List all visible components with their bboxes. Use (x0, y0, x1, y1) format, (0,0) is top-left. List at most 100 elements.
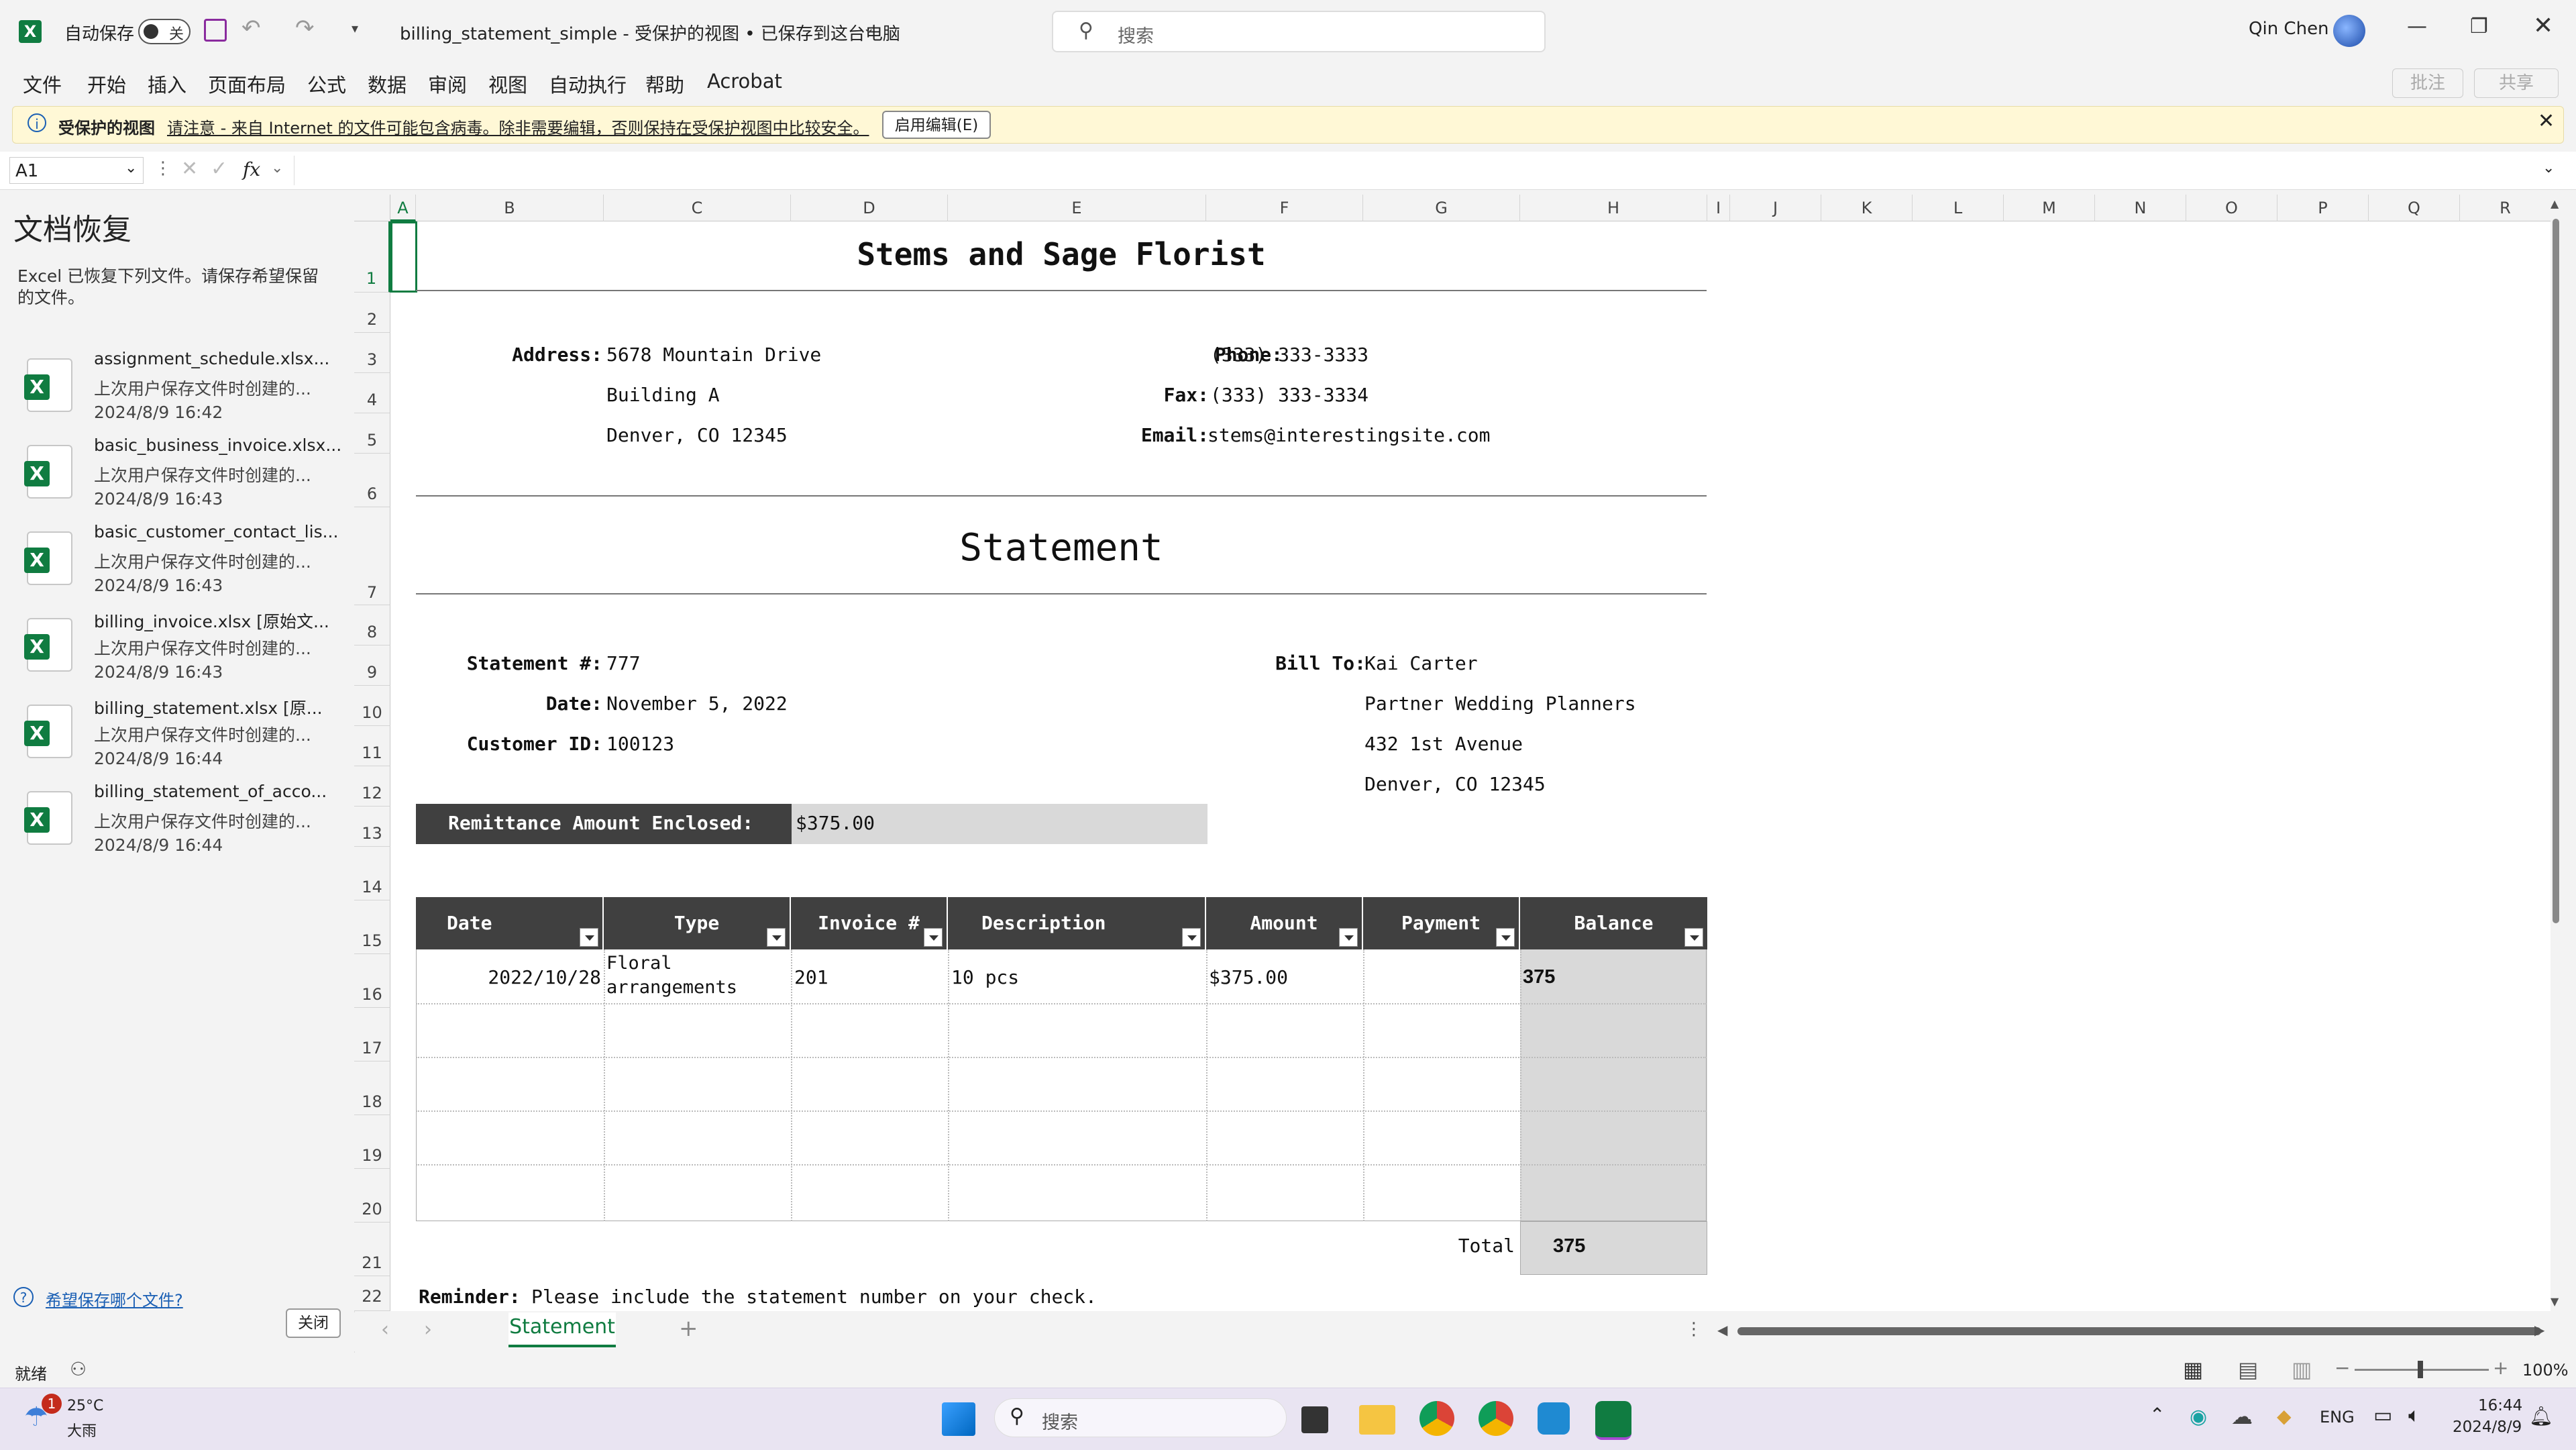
tab-review[interactable]: 审阅 (428, 70, 467, 98)
row-amount[interactable]: $375.00 (1209, 966, 1288, 988)
fax-label[interactable]: Fax: (1112, 384, 1209, 406)
row-header[interactable]: 4 (354, 373, 390, 413)
column-header-i[interactable]: I (1707, 195, 1730, 221)
sheet-tab-statement[interactable]: Statement (508, 1312, 616, 1347)
recovered-file-item[interactable]: X basic_business_invoice.xlsx... 上次用户保存文… (0, 431, 354, 517)
enable-editing-button[interactable]: 启用编辑(E) (882, 111, 991, 139)
remittance-value-cell[interactable]: $375.00 (792, 804, 1208, 844)
header-balance[interactable]: Balance (1520, 897, 1707, 949)
statement-number-label[interactable]: Statement #: (435, 652, 602, 674)
recovered-file-item[interactable]: X billing_invoice.xlsx [原始文... 上次用户保存文件时… (0, 605, 354, 690)
filter-dropdown-icon[interactable] (1339, 928, 1358, 947)
tab-automate[interactable]: 自动执行 (549, 70, 627, 98)
phone-value[interactable]: (333) 333-3333 (1210, 344, 1368, 366)
onedrive-icon[interactable]: ☁ (2231, 1404, 2253, 1429)
bill-to-line-2[interactable]: Partner Wedding Planners (1364, 692, 1636, 715)
row-type-line-1[interactable]: Floral (606, 953, 672, 974)
column-header-o[interactable]: O (2186, 195, 2277, 221)
email-label[interactable]: Email: (1112, 424, 1209, 446)
date-label[interactable]: Date: (435, 692, 602, 715)
customer-id-value[interactable]: 100123 (606, 733, 674, 755)
total-label[interactable]: Total (1363, 1235, 1515, 1257)
search-box[interactable]: ⚲ 搜索 (1052, 11, 1546, 52)
close-icon[interactable]: ✕ (2533, 12, 2553, 40)
notifications-bell-icon[interactable]: 🔔︎ (2529, 1405, 2553, 1427)
tray-app-icon[interactable]: ◆ (2277, 1405, 2292, 1427)
recovered-file-item[interactable]: X assignment_schedule.xlsx... 上次用户保存文件时创… (0, 345, 354, 431)
tab-page-layout[interactable]: 页面布局 (208, 70, 286, 98)
header-amount[interactable]: Amount (1206, 897, 1363, 949)
column-header-q[interactable]: Q (2369, 195, 2460, 221)
filter-dropdown-icon[interactable] (1496, 928, 1515, 947)
address-label[interactable]: Address: (502, 344, 602, 366)
header-description[interactable]: Description (948, 897, 1206, 949)
address-line-3[interactable]: Denver, CO 12345 (606, 424, 788, 446)
row-header[interactable]: 10 (354, 686, 390, 726)
row-header[interactable]: 3 (354, 333, 390, 373)
page-layout-view-icon[interactable]: ▤ (2238, 1357, 2258, 1382)
volume-icon[interactable]: 🔈︎ (2408, 1404, 2420, 1427)
save-icon[interactable] (204, 19, 227, 42)
clock-date[interactable]: 2024/8/9 (2453, 1418, 2522, 1436)
excel-taskbar-icon[interactable] (1595, 1401, 1631, 1440)
minimize-icon[interactable]: — (2407, 15, 2427, 38)
language-indicator[interactable]: ENG (2320, 1408, 2355, 1427)
row-header[interactable]: 11 (354, 726, 390, 766)
next-sheet-icon[interactable]: › (424, 1318, 432, 1341)
comments-button[interactable]: 批注 (2392, 68, 2463, 98)
row-header[interactable]: 5 (354, 413, 390, 454)
row-header[interactable]: 15 (354, 900, 390, 954)
active-cell[interactable] (390, 221, 417, 293)
table-row[interactable] (416, 1003, 1707, 1058)
close-recovery-button[interactable]: 关闭 (286, 1308, 341, 1338)
header-type[interactable]: Type (604, 897, 791, 949)
total-cell[interactable]: 375 (1520, 1221, 1707, 1275)
normal-view-icon[interactable]: ▦ (2183, 1357, 2203, 1382)
remittance-label-cell[interactable]: Remittance Amount Enclosed: (416, 804, 792, 844)
accessibility-icon[interactable]: ⚇ (70, 1358, 87, 1380)
bill-to-line-1[interactable]: Kai Carter (1364, 652, 1478, 674)
column-header-m[interactable]: M (2004, 195, 2095, 221)
row-balance[interactable]: 375 (1523, 966, 1555, 988)
date-value[interactable]: November 5, 2022 (606, 692, 788, 715)
more-options-icon[interactable]: ⋮ (1685, 1319, 1703, 1339)
name-box-dropdown-icon[interactable]: ⌄ (125, 160, 137, 176)
close-bar-icon[interactable]: ✕ (2538, 109, 2555, 133)
column-header-l[interactable]: L (1913, 195, 2004, 221)
column-header-d[interactable]: D (791, 195, 948, 221)
customize-toolbar-icon[interactable]: ▾ (352, 20, 358, 36)
scroll-up-icon[interactable]: ▲ (2551, 197, 2559, 210)
filter-dropdown-icon[interactable] (924, 928, 943, 947)
tab-formulas[interactable]: 公式 (307, 70, 346, 98)
expand-formula-icon[interactable]: ⌄ (2542, 160, 2555, 176)
formula-input[interactable] (294, 156, 2534, 185)
table-row[interactable] (416, 1110, 1707, 1166)
header-invoice[interactable]: Invoice # (791, 897, 948, 949)
redo-icon[interactable]: ↷ (295, 15, 315, 42)
zoom-in-icon[interactable]: + (2493, 1357, 2508, 1379)
autosave-toggle[interactable]: 关 (138, 19, 191, 44)
restore-icon[interactable]: ❐ (2470, 15, 2488, 38)
column-header-b[interactable]: B (416, 195, 604, 221)
filter-dropdown-icon[interactable] (1684, 928, 1703, 947)
user-name[interactable]: Qin Chen (2249, 19, 2329, 39)
cancel-icon[interactable]: ✕ (181, 157, 198, 180)
row-date[interactable]: 2022/10/28 (416, 966, 601, 988)
task-view-icon[interactable] (1301, 1406, 1328, 1433)
page-break-view-icon[interactable]: ▥ (2292, 1357, 2312, 1382)
recovered-file-item[interactable]: X billing_statement.xlsx [原... 上次用户保存文件时… (0, 691, 354, 777)
column-header-e[interactable]: E (948, 195, 1206, 221)
reminder-label[interactable]: Reminder: (419, 1286, 521, 1308)
recovered-file-item[interactable]: X billing_statement_of_acco... 上次用户保存文件时… (0, 778, 354, 864)
row-header[interactable]: 22 (354, 1276, 390, 1311)
vertical-scroll-thumb[interactable] (2553, 219, 2559, 923)
tab-help[interactable]: 帮助 (645, 70, 684, 98)
tab-data[interactable]: 数据 (368, 70, 407, 98)
header-payment[interactable]: Payment (1363, 897, 1520, 949)
row-header[interactable]: 21 (354, 1223, 390, 1276)
row-header[interactable]: 17 (354, 1008, 390, 1061)
row-header[interactable]: 7 (354, 507, 390, 605)
statement-number-value[interactable]: 777 (606, 652, 641, 674)
vertical-scrollbar[interactable]: ▲ ▼ (2551, 195, 2561, 1311)
fax-value[interactable]: (333) 333-3334 (1210, 384, 1368, 406)
